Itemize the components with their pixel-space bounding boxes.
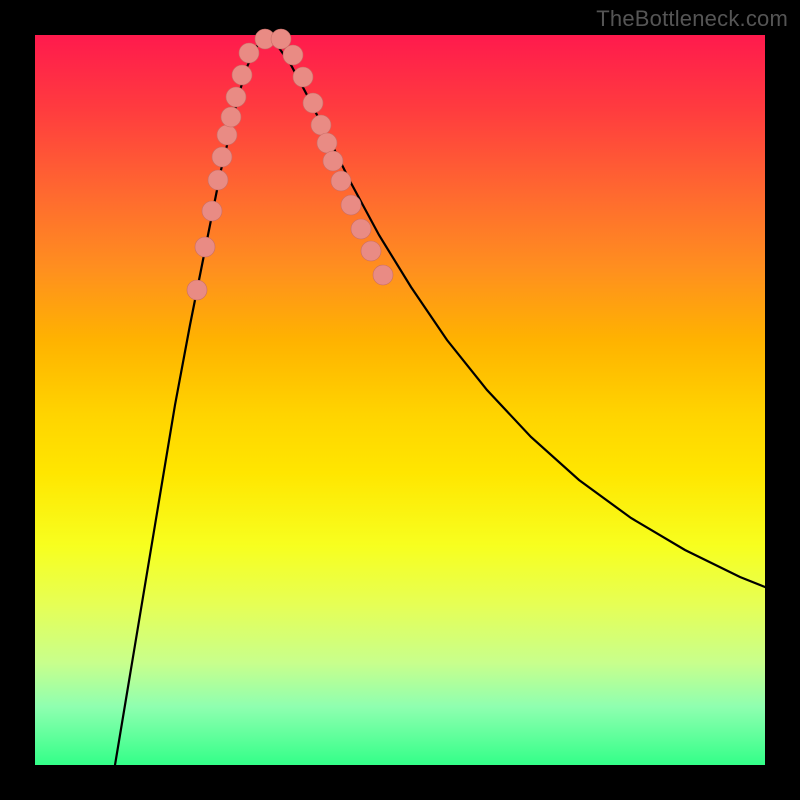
marker-dot	[361, 241, 381, 261]
marker-dot	[323, 151, 343, 171]
marker-dot	[317, 133, 337, 153]
marker-dot	[351, 219, 371, 239]
marker-dot	[283, 45, 303, 65]
marker-dot	[341, 195, 361, 215]
marker-group	[187, 29, 393, 300]
marker-dot	[373, 265, 393, 285]
marker-dot	[202, 201, 222, 221]
marker-dot	[239, 43, 259, 63]
marker-dot	[226, 87, 246, 107]
marker-dot	[293, 67, 313, 87]
right-branch-curve	[265, 37, 765, 587]
plot-area	[35, 35, 765, 765]
marker-dot	[232, 65, 252, 85]
curve-layer	[35, 35, 765, 765]
marker-dot	[195, 237, 215, 257]
marker-dot	[208, 170, 228, 190]
left-branch-curve	[115, 37, 265, 765]
marker-dot	[303, 93, 323, 113]
marker-dot	[331, 171, 351, 191]
watermark-text: TheBottleneck.com	[596, 6, 788, 32]
marker-dot	[311, 115, 331, 135]
marker-dot	[187, 280, 207, 300]
marker-dot	[217, 125, 237, 145]
marker-dot	[221, 107, 241, 127]
marker-dot	[212, 147, 232, 167]
chart-frame: TheBottleneck.com	[0, 0, 800, 800]
